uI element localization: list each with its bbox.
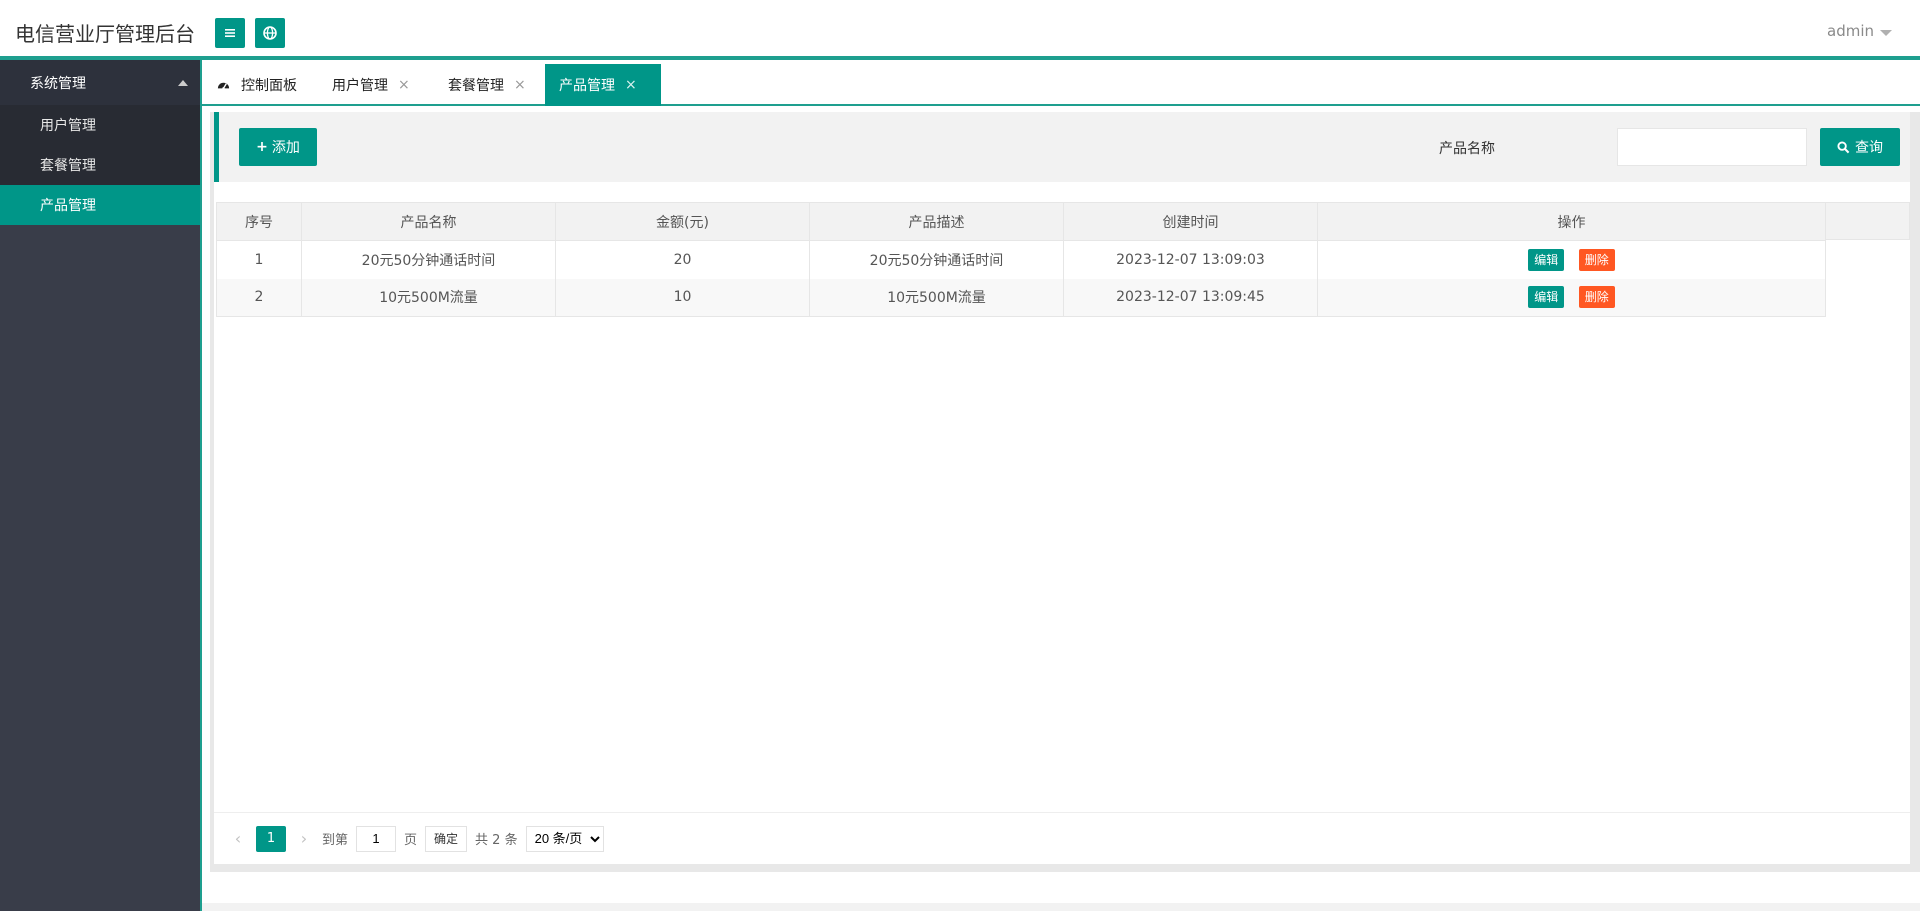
cell-created-time: 2023-12-07 13:09:03 <box>1063 240 1318 279</box>
menu-icon <box>225 29 235 37</box>
tab-bar: 控制面板 用户管理 × 套餐管理 × 产品管理 × <box>202 60 1920 106</box>
toolbar: + 添加 产品名称 查询 <box>214 112 1910 182</box>
content-frame: + 添加 产品名称 查询 序号 产品名称 金额(元) 产品描述 创建时间 操作 … <box>210 112 1920 872</box>
next-page-icon[interactable]: › <box>294 829 314 848</box>
column-header[interactable]: 序号 <box>216 202 302 241</box>
dashboard-icon <box>217 82 230 90</box>
cell-actions: 编辑 删除 <box>1317 278 1826 317</box>
app-title: 电信营业厅管理后台 <box>15 22 195 46</box>
cell-actions: 编辑 删除 <box>1317 240 1826 279</box>
goto-suffix: 页 <box>404 833 418 848</box>
sidebar-group-label: 系统管理 <box>30 75 86 92</box>
column-header[interactable]: 产品名称 <box>301 202 556 241</box>
sidebar-item-label: 套餐管理 <box>40 158 96 174</box>
tab-users[interactable]: 用户管理 × <box>318 64 424 106</box>
chevron-down-icon <box>1880 29 1892 36</box>
cell-amount: 10 <box>555 278 810 317</box>
cell-product-name: 20元50分钟通话时间 <box>301 240 556 279</box>
close-icon[interactable]: × <box>398 77 410 93</box>
column-header[interactable]: 操作 <box>1317 202 1826 241</box>
sidebar: 系统管理 用户管理 套餐管理 产品管理 <box>0 60 200 911</box>
cell-amount: 20 <box>555 240 810 279</box>
tab-products[interactable]: 产品管理 × <box>545 64 661 106</box>
product-table: 序号 产品名称 金额(元) 产品描述 创建时间 操作 1 20元50分钟通话时间… <box>216 202 1826 317</box>
tab-label: 产品管理 <box>559 78 615 94</box>
page-size-select[interactable]: 20 条/页 <box>525 825 604 852</box>
column-header[interactable]: 产品描述 <box>809 202 1064 241</box>
prev-page-icon[interactable]: ‹ <box>228 829 248 848</box>
chevron-up-icon <box>178 80 188 86</box>
pagination: ‹ 1 › 到第 页 确定 共 2 条 20 条/页 <box>214 812 1910 864</box>
main-area: 控制面板 用户管理 × 套餐管理 × 产品管理 × + 添加 产品名称 查询 序… <box>200 60 1920 911</box>
add-button[interactable]: + 添加 <box>239 128 317 166</box>
username: admin <box>1827 22 1874 40</box>
search-label: 产品名称 <box>1439 141 1495 157</box>
page-number-current[interactable]: 1 <box>256 825 286 852</box>
tab-label: 控制面板 <box>241 78 297 94</box>
column-header[interactable]: 创建时间 <box>1063 202 1318 241</box>
sidebar-item-label: 产品管理 <box>40 198 96 214</box>
cell-index: 1 <box>216 240 302 279</box>
plus-icon: + <box>256 139 268 155</box>
tab-packages[interactable]: 套餐管理 × <box>434 64 540 106</box>
cell-created-time: 2023-12-07 13:09:45 <box>1063 278 1318 317</box>
globe-icon <box>263 26 277 40</box>
sidebar-group-system[interactable]: 系统管理 <box>0 60 200 105</box>
sidebar-item-products[interactable]: 产品管理 <box>0 185 200 225</box>
close-icon[interactable]: × <box>514 77 526 93</box>
product-panel: + 添加 产品名称 查询 序号 产品名称 金额(元) 产品描述 创建时间 操作 … <box>214 112 1910 864</box>
goto-page-input[interactable] <box>356 825 397 852</box>
search-icon <box>1837 140 1850 153</box>
top-header: 电信营业厅管理后台 admin <box>0 0 1920 60</box>
search-input[interactable] <box>1617 128 1807 166</box>
add-button-label: 添加 <box>271 140 300 156</box>
tab-label: 用户管理 <box>332 78 388 94</box>
table-row[interactable]: 2 10元500M流量 10 10元500M流量 2023-12-07 13:0… <box>216 278 1826 317</box>
total-count: 共 2 条 <box>475 833 518 848</box>
delete-button[interactable]: 删除 <box>1578 286 1615 309</box>
footer-strip <box>202 903 1920 911</box>
tab-label: 套餐管理 <box>448 78 504 94</box>
edit-button[interactable]: 编辑 <box>1528 286 1565 309</box>
cell-index: 2 <box>216 278 302 317</box>
globe-button[interactable] <box>255 18 285 48</box>
column-header[interactable]: 金额(元) <box>555 202 810 241</box>
sidebar-item-packages[interactable]: 套餐管理 <box>0 145 200 185</box>
sidebar-item-users[interactable]: 用户管理 <box>0 105 200 145</box>
delete-button[interactable]: 删除 <box>1578 248 1615 271</box>
query-button-label: 查询 <box>1855 140 1883 156</box>
edit-button[interactable]: 编辑 <box>1528 248 1565 271</box>
menu-toggle-button[interactable] <box>215 18 245 48</box>
query-button[interactable]: 查询 <box>1820 128 1900 166</box>
close-icon[interactable]: × <box>625 77 637 93</box>
table-header-row: 序号 产品名称 金额(元) 产品描述 创建时间 操作 <box>216 202 1826 241</box>
table-row[interactable]: 1 20元50分钟通话时间 20 20元50分钟通话时间 2023-12-07 … <box>216 240 1826 279</box>
table-header-filler <box>1825 202 1910 240</box>
cell-product-name: 10元500M流量 <box>301 278 556 317</box>
cell-description: 20元50分钟通话时间 <box>809 240 1064 279</box>
goto-confirm-button[interactable]: 确定 <box>425 825 468 852</box>
goto-prefix: 到第 <box>322 833 349 848</box>
tab-dashboard[interactable]: 控制面板 <box>202 64 311 106</box>
sidebar-item-label: 用户管理 <box>40 118 96 134</box>
user-menu[interactable]: admin <box>1827 22 1892 40</box>
cell-description: 10元500M流量 <box>809 278 1064 317</box>
